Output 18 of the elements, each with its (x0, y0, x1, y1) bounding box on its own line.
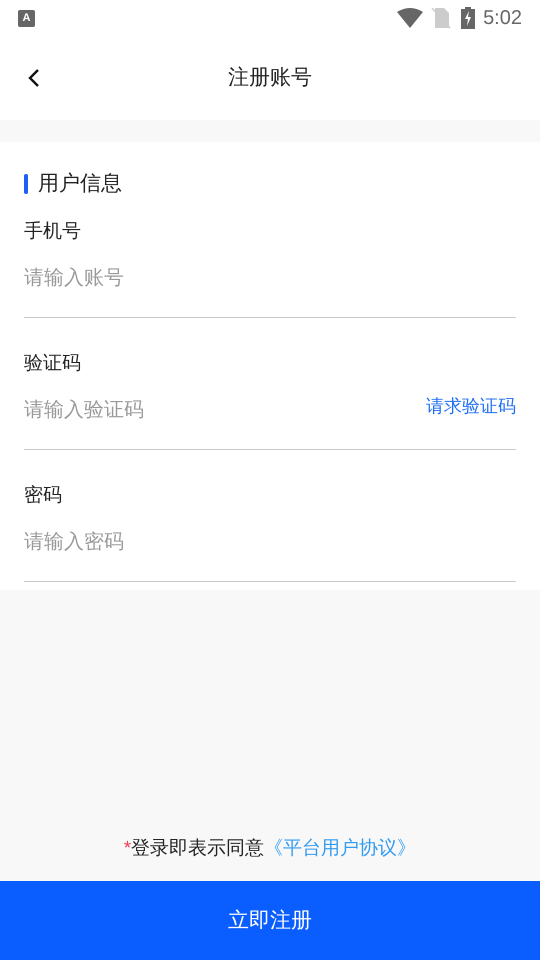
page-title: 注册账号 (228, 65, 312, 92)
keyboard-notification-icon: A (18, 10, 35, 26)
input-field[interactable]: 请输入密码 (24, 527, 516, 557)
battery-charging-icon (461, 7, 476, 29)
section-title: 用户信息 (38, 171, 122, 197)
input-field[interactable]: 请输入账号 (24, 263, 516, 293)
input-field[interactable]: 请输入验证码 (24, 395, 426, 425)
field-label: 验证码 (24, 352, 82, 376)
field-label: 密码 (24, 484, 63, 508)
clock-time: 5:02 (483, 6, 522, 31)
agreement-link[interactable]: 《平台用户协议》 (264, 838, 416, 858)
no-sim-icon (431, 7, 452, 29)
section-accent-bar (24, 174, 28, 194)
request-code-link[interactable]: 请求验证码 (426, 392, 516, 420)
register-button[interactable]: 立即注册 (0, 881, 540, 960)
agreement-notice: *登录即表示同意《平台用户协议》 (124, 836, 416, 860)
wifi-icon (397, 8, 424, 28)
field-label: 手机号 (24, 220, 82, 244)
